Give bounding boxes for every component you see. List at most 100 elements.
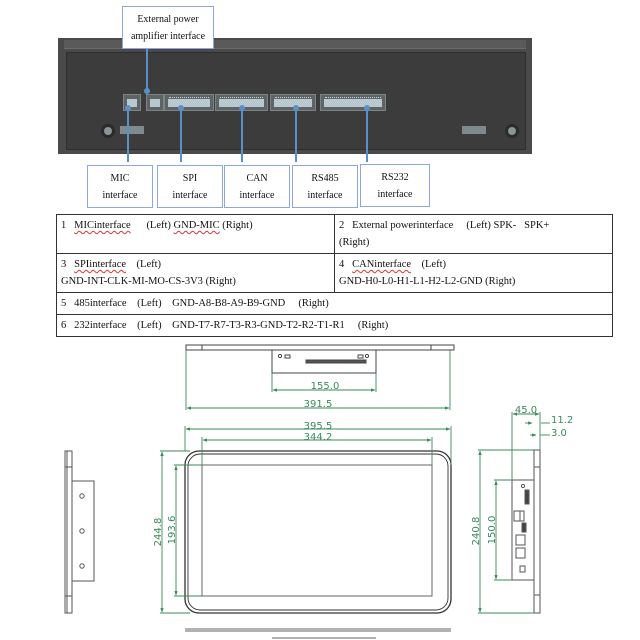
rs232-connector (320, 94, 386, 111)
left-view-box (71, 480, 95, 582)
row-number: 2 (339, 220, 345, 231)
dim-front-screen-width: 344.2 (304, 432, 333, 443)
label-plate-left (120, 126, 144, 134)
leader-dot-rs232 (364, 105, 370, 111)
right-view-port (520, 483, 526, 489)
callout-line2: amplifier interface (130, 31, 206, 42)
mini-port (521, 522, 527, 533)
callout-line2: interface (172, 190, 208, 201)
callout-line1: CAN (246, 173, 268, 184)
callout-line1: MIC (110, 173, 130, 184)
top-view-port (277, 353, 283, 359)
table-cell: 1 MICinterface (Left) GND-MIC (Right) (56, 214, 335, 254)
interface-name: 485interface (74, 298, 127, 309)
interface-name: SPIinterface (74, 259, 127, 270)
table-cell: 4 CANinterface (Left) GND-H0-L0-H1-L1-H2… (334, 253, 613, 293)
leader-line-mic (127, 107, 129, 162)
table-cell: 3 SPIinterface (Left) GND-INT-CLK-MI-MO-… (56, 253, 335, 293)
dimension-drawings: 155.0 391.5 395.5 344.2 244.8 193.6 45.0… (64, 344, 573, 639)
external-power-connector (146, 94, 164, 111)
screw-right (505, 124, 519, 138)
callout-rs232: RS232 interface (360, 164, 430, 207)
table-row: 3 SPIinterface (Left) GND-INT-CLK-MI-MO-… (56, 253, 613, 293)
top-view (185, 344, 455, 374)
pin-sequence: GND-MIC (173, 220, 220, 231)
label-plate-right (462, 126, 486, 134)
leader-line-external-power (146, 48, 148, 90)
left-side-view (64, 450, 95, 614)
dim-front-screen-height: 193.6 (167, 516, 178, 545)
mount-hole (79, 528, 85, 534)
leader-dot-spi (178, 105, 184, 111)
callout-line2: interface (102, 190, 138, 201)
leader-line-spi (180, 107, 182, 162)
callout-line1: RS485 (311, 173, 339, 184)
callout-line1: SPI (182, 173, 198, 184)
dim-top-box-width: 155.0 (311, 381, 340, 392)
callout-mic: MIC interface (87, 165, 153, 208)
side-left: (Left) (136, 259, 162, 270)
leader-dot-mic (125, 105, 131, 111)
usb-port (519, 510, 525, 522)
callout-spi: SPI interface (157, 165, 223, 208)
top-view-port (284, 354, 291, 359)
bottom-view (185, 628, 451, 639)
spi-connector (164, 94, 214, 111)
top-view-connector-strip (305, 359, 367, 364)
leader-dot-rs485 (293, 105, 299, 111)
callout-line2: interface (377, 189, 413, 200)
front-view-screen (201, 464, 433, 597)
mount-hole (79, 493, 85, 499)
pin-definition-table: 1 MICinterface (Left) GND-MIC (Right) 2 … (56, 214, 613, 337)
table-cell: 5 485interface (Left) GND-A8-B8-A9-B9-GN… (56, 292, 613, 315)
ethernet-port (515, 547, 526, 559)
right-view-bezel (533, 449, 541, 614)
callout-line1: External power (137, 14, 199, 25)
top-view-bezel (185, 344, 455, 351)
dim-top-overall-width: 391.5 (304, 399, 333, 410)
callout-line2: interface (307, 190, 343, 201)
top-view-port (357, 354, 364, 359)
table-row: 5 485interface (Left) GND-A8-B8-A9-B9-GN… (56, 292, 613, 315)
side-left: (Left) (466, 220, 491, 231)
pin-sequence: SPK- SPK+ (493, 220, 550, 231)
row-number: 5 (61, 298, 67, 309)
table-cell: 2 External powerinterface (Left) SPK- SP… (334, 214, 613, 254)
dim-side-box-height: 150.0 (487, 516, 498, 545)
dim-front-outer-width: 395.5 (304, 421, 333, 432)
callout-line1: RS232 (381, 172, 409, 183)
dim-side-bezel: 11.2 (551, 415, 573, 426)
front-view-outer-frame (184, 450, 452, 614)
side-right: (Right) (339, 237, 370, 248)
power-port (519, 565, 526, 573)
front-view (184, 450, 452, 614)
callout-line2: interface (239, 190, 275, 201)
callout-can: CAN interface (224, 165, 290, 208)
side-right: (Right) (485, 276, 516, 287)
interface-name: MICinterface (74, 220, 131, 231)
front-view-inner-frame (187, 453, 449, 611)
usb-port (513, 510, 521, 522)
callout-rs485: RS485 interface (292, 165, 358, 208)
side-right: (Right) (222, 220, 253, 231)
pin-sequence: GND-H0-L0-H1-L1-H2-L2-GND (339, 276, 483, 287)
leader-line-rs232 (366, 107, 368, 162)
callout-external-power-amplifier: External power amplifier interface (122, 6, 214, 49)
side-left: (Left) (137, 298, 162, 309)
dim-side-depth: 45.0 (515, 405, 537, 416)
dim-front-outer-height: 244.8 (153, 518, 164, 547)
top-view-port (364, 353, 370, 359)
row-number: 3 (61, 259, 67, 270)
dim-side-height: 240.8 (471, 517, 482, 546)
left-view-bezel (64, 450, 73, 614)
interface-name: External powerinterface (352, 220, 454, 231)
interface-name: CANinterface (352, 259, 412, 270)
side-left: (Left) (421, 259, 446, 270)
leader-dot-can (239, 105, 245, 111)
hdmi-port (524, 489, 530, 505)
leader-line-can (241, 107, 243, 162)
dim-side-glass: 3.0 (551, 428, 567, 439)
leader-dot-external-power (144, 88, 150, 94)
leader-line-rs485 (295, 107, 297, 162)
pin-sequence: GND-INT-CLK-MI-MO-CS-3V3 (61, 276, 203, 287)
